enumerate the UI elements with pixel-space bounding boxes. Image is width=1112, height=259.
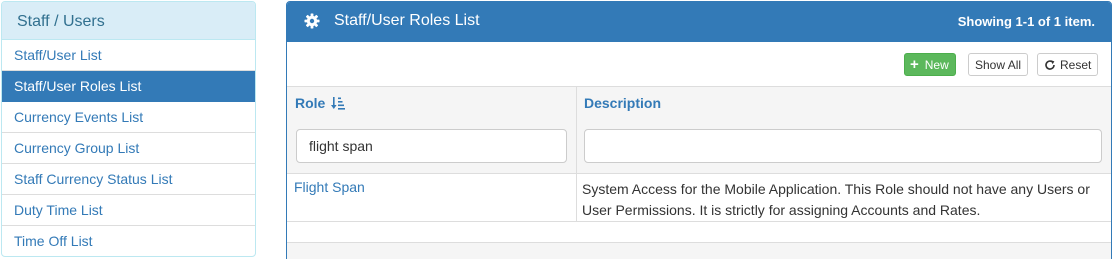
sidebar-item-duty-time-list[interactable]: Duty Time List <box>2 195 255 226</box>
reset-button-label: Reset <box>1060 57 1092 72</box>
sidebar-heading: Staff / Users <box>2 2 255 40</box>
show-all-button[interactable]: Show All <box>968 53 1029 76</box>
panel-heading: Staff/User Roles List Showing 1-1 of 1 i… <box>287 2 1111 42</box>
new-button[interactable]: + New <box>904 53 956 76</box>
role-link[interactable]: Flight Span <box>294 179 365 195</box>
panel-footer <box>287 242 1111 259</box>
grid-toolbar: + New Show All Reset <box>287 42 1111 87</box>
sidebar-item-staff-currency-status-list[interactable]: Staff Currency Status List <box>2 164 255 195</box>
sidebar-panel: Staff / Users Staff/User List Staff/User… <box>1 1 256 257</box>
result-summary: Showing 1-1 of 1 item. <box>957 14 1095 29</box>
sidebar-item-currency-group-list[interactable]: Currency Group List <box>2 133 255 164</box>
sidebar-item-time-off-list[interactable]: Time Off List <box>2 226 255 256</box>
role-description: System Access for the Mobile Application… <box>582 181 1090 218</box>
sort-amount-down-icon <box>331 96 346 110</box>
refresh-icon <box>1044 59 1056 71</box>
grid-header: Role Description <box>287 87 1111 174</box>
sidebar-item-staff-user-roles-list[interactable]: Staff/User Roles List <box>2 71 255 102</box>
description-filter-input[interactable] <box>584 129 1102 163</box>
table-row: Flight Span System Access for the Mobile… <box>287 174 1111 222</box>
sidebar-item-currency-events-list[interactable]: Currency Events List <box>2 102 255 133</box>
panel-title: Staff/User Roles List <box>304 12 480 30</box>
column-header-description[interactable]: Description <box>584 95 661 111</box>
new-button-label: New <box>924 57 949 72</box>
reset-button[interactable]: Reset <box>1037 53 1099 76</box>
gear-icon <box>304 13 320 29</box>
role-filter-input[interactable] <box>296 129 567 163</box>
column-header-role-label: Role <box>295 95 326 111</box>
show-all-button-label: Show All <box>975 57 1022 72</box>
column-divider <box>576 87 577 173</box>
roles-list-panel: Staff/User Roles List Showing 1-1 of 1 i… <box>286 1 1112 259</box>
plus-icon: + <box>910 56 919 73</box>
column-divider <box>576 174 577 221</box>
panel-title-text: Staff/User Roles List <box>334 12 480 29</box>
column-header-role[interactable]: Role <box>295 95 346 111</box>
sidebar-item-staff-user-list[interactable]: Staff/User List <box>2 40 255 71</box>
